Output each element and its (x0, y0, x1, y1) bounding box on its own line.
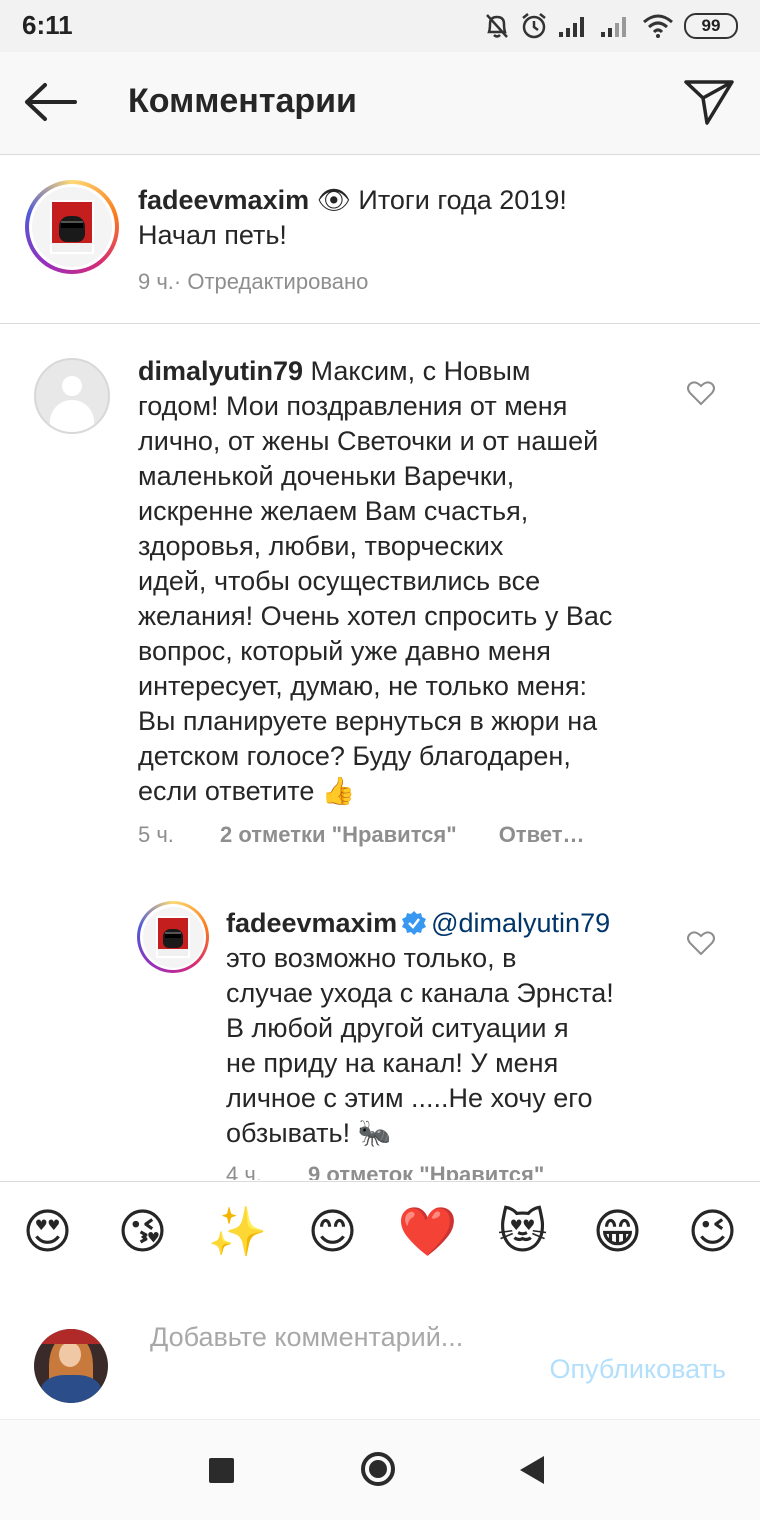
recents-square-icon[interactable] (209, 1458, 234, 1483)
header: Комментарии (0, 52, 760, 155)
reply-meta: 4 ч. 9 отметок "Нравится" (226, 1162, 544, 1180)
mute-icon (486, 14, 508, 38)
likes-count[interactable]: 2 отметки "Нравится" (220, 822, 457, 848)
emoji-cat-heart-eyes[interactable]: 😻 (493, 1209, 553, 1257)
comment-meta: 5 ч. 2 отметки "Нравится" Ответ… (138, 822, 585, 848)
emoji-grin[interactable]: 😁 (588, 1209, 648, 1257)
page-title: Комментарии (128, 82, 357, 120)
comment-username[interactable]: dimalyutin79 (138, 356, 303, 386)
share-button[interactable] (680, 74, 738, 130)
comment-text: dimalyutin79 Максим, с Новым годом! Мои … (138, 356, 613, 806)
likes-count[interactable]: 9 отметок "Нравится" (308, 1162, 544, 1180)
status-time: 6:11 (22, 10, 73, 40)
emoji-wink[interactable]: 😉 (683, 1209, 743, 1257)
back-button[interactable] (20, 74, 80, 130)
paper-plane-icon (684, 80, 734, 125)
emoji-red-heart[interactable]: ❤️ (398, 1209, 458, 1257)
avatar (32, 187, 112, 267)
signal-icon (559, 17, 584, 37)
alarm-icon (522, 13, 546, 39)
story-ring[interactable] (25, 180, 119, 274)
emoji-heart-eyes[interactable]: 😍 (18, 1209, 78, 1257)
reply-button[interactable]: Ответ… (499, 822, 585, 848)
caption-meta: 9 ч. · Отредактировано (138, 269, 368, 295)
story-ring[interactable] (137, 901, 209, 973)
emoji-kiss[interactable]: 😘 (113, 1209, 173, 1257)
reply-username[interactable]: fadeevmaxim (226, 908, 397, 938)
arrow-left-icon (25, 83, 77, 121)
avatar (142, 906, 204, 968)
avatar[interactable] (34, 358, 110, 434)
eye-emoji: 👁 (316, 185, 351, 215)
like-heart-icon[interactable] (686, 378, 716, 408)
verified-badge-icon (402, 911, 427, 935)
caption-time: 9 ч. (138, 269, 174, 294)
mention-link[interactable]: @dimalyutin79 (431, 908, 610, 938)
like-heart-icon[interactable] (686, 928, 716, 958)
edited-label: · Отредактировано (173, 269, 369, 294)
comment-input[interactable] (150, 1320, 510, 1396)
comment-composer: Опубликовать (0, 1284, 760, 1420)
signal-icon (601, 17, 626, 37)
comments-list[interactable]: dimalyutin79 Максим, с Новым годом! Мои … (0, 324, 760, 1180)
status-icons: 99 (484, 10, 738, 42)
emoji-sparkles[interactable]: ✨ (208, 1209, 268, 1257)
reply-time: 4 ч. (226, 1162, 262, 1180)
post-caption: fadeevmaxim 👁 Итоги года 2019! Начал пет… (0, 155, 760, 324)
system-nav-bar (0, 1420, 760, 1520)
wifi-icon (643, 14, 673, 38)
caption-username[interactable]: fadeevmaxim (138, 185, 309, 215)
battery-icon: 99 (684, 13, 738, 39)
publish-button[interactable]: Опубликовать (549, 1354, 726, 1385)
status-bar: 6:11 99 (0, 0, 760, 52)
caption-text: fadeevmaxim 👁 Итоги года 2019! Начал пет… (138, 185, 567, 250)
home-circle-icon[interactable] (361, 1452, 395, 1486)
comment-time: 5 ч. (138, 822, 174, 847)
reply-text: fadeevmaxim @dimalyutin79 это возможно т… (226, 908, 614, 1148)
back-triangle-icon[interactable] (520, 1456, 544, 1484)
emoji-smile[interactable]: 😊 (303, 1209, 363, 1257)
emoji-quick-bar: 😍 😘 ✨ 😊 ❤️ 😻 😁 😉 (0, 1181, 760, 1285)
my-avatar (34, 1329, 108, 1403)
battery-level: 99 (701, 16, 721, 35)
